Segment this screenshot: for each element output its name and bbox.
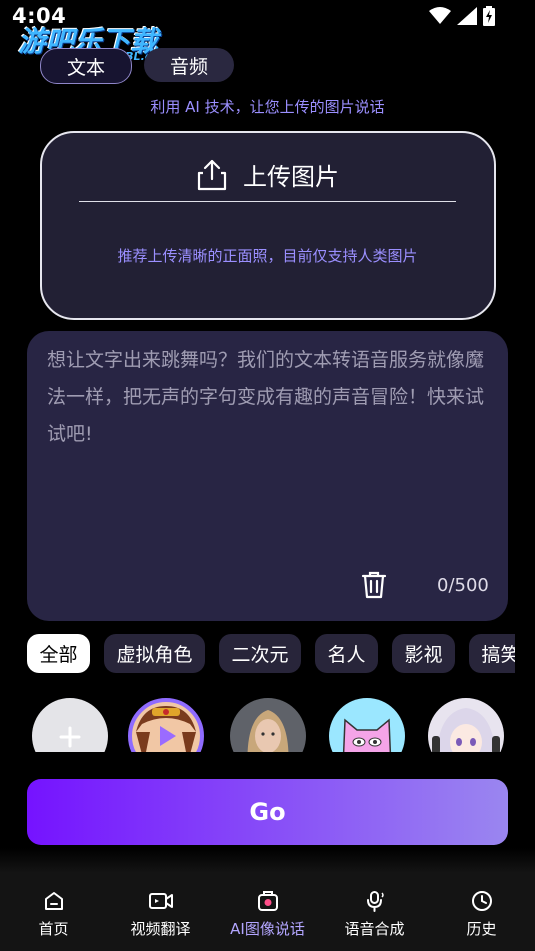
nav-image-talk-label: AI图像说话 <box>230 920 305 938</box>
chip-virtual-character[interactable]: 虚拟角色 <box>104 634 205 673</box>
nav-home[interactable]: 首页 <box>0 872 107 951</box>
upload-icon <box>197 159 227 190</box>
nav-home-label: 首页 <box>38 920 69 938</box>
chip-film[interactable]: 影视 <box>392 634 455 673</box>
avatar-pink-cat[interactable] <box>329 698 405 752</box>
plus-icon <box>59 726 81 748</box>
upload-button[interactable]: 上传图片 <box>195 157 339 192</box>
go-button[interactable]: Go <box>27 779 508 845</box>
status-icons <box>429 6 495 26</box>
chip-funny[interactable]: 搞笑 <box>469 634 515 673</box>
avatar-pink-cat-art <box>342 718 392 752</box>
nav-history[interactable]: 历史 <box>428 872 535 951</box>
nav-voice-synthesis-label: 语音合成 <box>344 920 405 938</box>
battery-icon <box>483 6 495 26</box>
image-talk-icon <box>257 891 278 911</box>
avatar-row <box>0 690 535 752</box>
avatar-blonde-woman[interactable] <box>230 698 306 752</box>
avatar-blonde-woman-art <box>247 710 289 752</box>
trash-icon[interactable] <box>360 570 388 600</box>
char-counter: 0/500 <box>437 575 489 596</box>
chip-all[interactable]: 全部 <box>27 634 90 673</box>
nav-image-talk[interactable]: AI图像说话 <box>214 872 321 951</box>
chip-celebrity[interactable]: 名人 <box>315 634 378 673</box>
avatar-virtual-girl-art <box>136 706 196 752</box>
upload-divider <box>79 201 456 202</box>
nav-video-translate[interactable]: 视频翻译 <box>107 872 214 951</box>
tab-audio[interactable]: 音频 <box>144 48 234 82</box>
avatar-anime-girl[interactable] <box>428 698 504 752</box>
page-subtitle: 利用 AI 技术，让您上传的图片说话 <box>150 98 385 116</box>
mic-icon <box>366 891 384 912</box>
nav-video-translate-label: 视频翻译 <box>130 920 191 938</box>
home-icon <box>44 892 63 910</box>
nav-shadow <box>0 848 535 874</box>
bottom-nav: 首页 视频翻译 AI图像说话 语音合成 历史 <box>0 872 535 951</box>
avatar-virtual-girl[interactable] <box>128 698 204 752</box>
upload-hint: 推荐上传清晰的正面照，目前仅支持人类图片 <box>117 247 418 265</box>
text-input-placeholder[interactable]: 想让文字出来跳舞吗？我们的文本转语音服务就像魔法一样，把无声的字句变成有趣的声音… <box>47 342 492 453</box>
upload-label: 上传图片 <box>243 163 339 191</box>
video-translate-icon <box>148 893 173 909</box>
chip-anime[interactable]: 二次元 <box>219 634 301 673</box>
nav-voice-synthesis[interactable]: 语音合成 <box>321 872 428 951</box>
wifi-icon <box>429 7 451 24</box>
add-avatar-button[interactable] <box>32 698 108 752</box>
nav-history-label: 历史 <box>466 920 497 938</box>
tab-text[interactable]: 文本 <box>40 48 132 84</box>
avatar-anime-girl-art <box>432 708 500 752</box>
clock-icon <box>471 891 492 911</box>
signal-icon <box>457 7 477 25</box>
